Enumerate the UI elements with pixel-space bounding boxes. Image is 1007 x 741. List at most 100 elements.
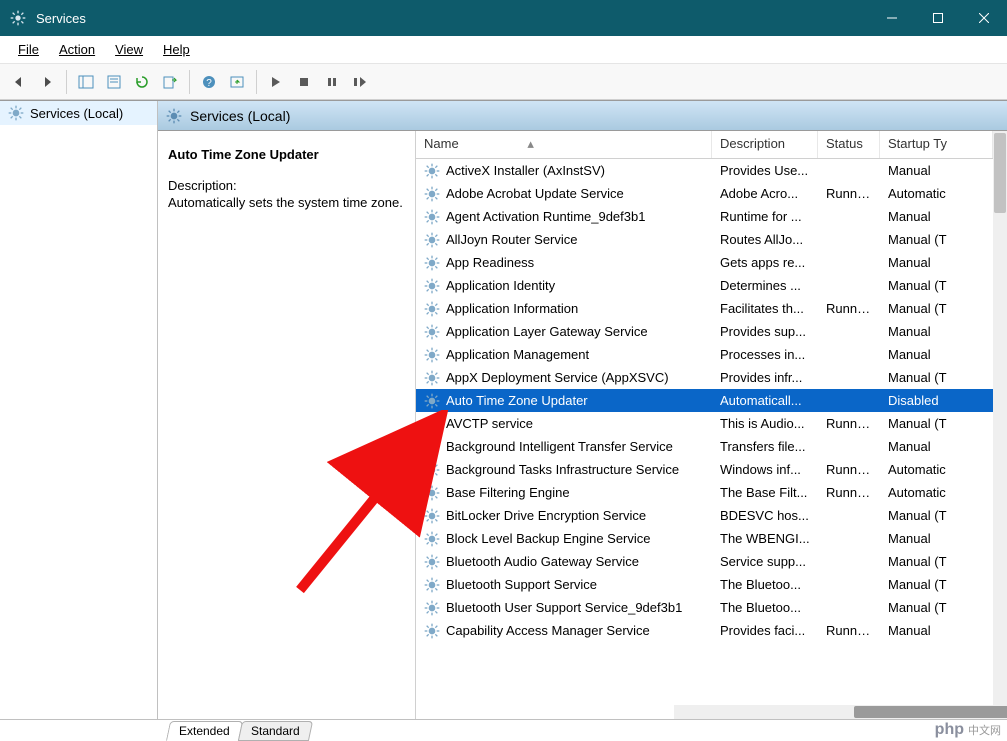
service-row[interactable]: AppX Deployment Service (AppXSVC)Provide…: [416, 366, 993, 389]
forward-button[interactable]: [34, 69, 60, 95]
menu-help[interactable]: Help: [153, 38, 200, 61]
service-row[interactable]: Agent Activation Runtime_9def3b1Runtime …: [416, 205, 993, 228]
minimize-button[interactable]: [869, 0, 915, 36]
cell-startup: Manual: [880, 255, 993, 270]
cell-description: Provides sup...: [712, 324, 818, 339]
service-row[interactable]: Background Tasks Infrastructure ServiceW…: [416, 458, 993, 481]
cell-description: Windows inf...: [712, 462, 818, 477]
refresh-button[interactable]: [129, 69, 155, 95]
cell-name: BitLocker Drive Encryption Service: [416, 508, 712, 524]
cell-startup: Manual: [880, 347, 993, 362]
menu-bar: File Action View Help: [0, 36, 1007, 64]
service-row[interactable]: Bluetooth User Support Service_9def3b1Th…: [416, 596, 993, 619]
help-button[interactable]: ?: [196, 69, 222, 95]
cell-name: Background Tasks Infrastructure Service: [416, 462, 712, 478]
service-name-text: Application Information: [446, 301, 578, 316]
gear-icon: [424, 623, 440, 639]
gear-icon: [424, 324, 440, 340]
gear-icon: [424, 462, 440, 478]
service-name-text: AVCTP service: [446, 416, 533, 431]
start-service-button[interactable]: [263, 69, 289, 95]
gear-icon: [8, 105, 24, 121]
service-list-pane: Name ▴ Description Status Startup Ty Act…: [416, 131, 1007, 719]
gear-icon: [424, 485, 440, 501]
scrollbar-thumb[interactable]: [854, 706, 1007, 718]
service-name-text: Bluetooth Support Service: [446, 577, 597, 592]
service-row[interactable]: AllJoyn Router ServiceRoutes AllJo...Man…: [416, 228, 993, 251]
service-row[interactable]: Application IdentityDetermines ...Manual…: [416, 274, 993, 297]
close-button[interactable]: [961, 0, 1007, 36]
service-rows: ActiveX Installer (AxInstSV)Provides Use…: [416, 159, 993, 642]
tab-standard[interactable]: Standard: [238, 721, 313, 741]
cell-description: Service supp...: [712, 554, 818, 569]
column-startup[interactable]: Startup Ty: [880, 131, 993, 158]
pane-title: Services (Local): [190, 108, 290, 124]
stop-service-button[interactable]: [291, 69, 317, 95]
tab-extended[interactable]: Extended: [166, 721, 243, 741]
service-row[interactable]: Adobe Acrobat Update ServiceAdobe Acro..…: [416, 182, 993, 205]
cell-name: Application Identity: [416, 278, 712, 294]
cell-description: BDESVC hos...: [712, 508, 818, 523]
tabs-row: Extended Standard: [0, 719, 1007, 741]
cell-name: AllJoyn Router Service: [416, 232, 712, 248]
maximize-button[interactable]: [915, 0, 961, 36]
window-title: Services: [36, 11, 869, 26]
service-row[interactable]: BitLocker Drive Encryption ServiceBDESVC…: [416, 504, 993, 527]
list-scroll[interactable]: Name ▴ Description Status Startup Ty Act…: [416, 131, 993, 719]
gear-icon: [424, 255, 440, 271]
show-hide-tree-button[interactable]: [73, 69, 99, 95]
tree-root-label: Services (Local): [30, 106, 123, 121]
service-name-text: Application Identity: [446, 278, 555, 293]
gear-icon: [424, 416, 440, 432]
service-row[interactable]: Block Level Backup Engine ServiceThe WBE…: [416, 527, 993, 550]
selected-service-name: Auto Time Zone Updater: [168, 147, 405, 162]
pause-service-button[interactable]: [319, 69, 345, 95]
horizontal-scrollbar[interactable]: [674, 705, 993, 719]
service-row[interactable]: Bluetooth Support ServiceThe Bluetoo...M…: [416, 573, 993, 596]
service-name-text: Bluetooth Audio Gateway Service: [446, 554, 639, 569]
service-row[interactable]: App ReadinessGets apps re...Manual: [416, 251, 993, 274]
column-name[interactable]: Name ▴: [416, 131, 712, 158]
restart-service-button[interactable]: [347, 69, 373, 95]
export-button[interactable]: [157, 69, 183, 95]
column-status[interactable]: Status: [818, 131, 880, 158]
cell-status: Running: [818, 485, 880, 500]
menu-action[interactable]: Action: [49, 38, 105, 61]
service-row[interactable]: Background Intelligent Transfer ServiceT…: [416, 435, 993, 458]
cell-name: Application Management: [416, 347, 712, 363]
service-name-text: App Readiness: [446, 255, 534, 270]
service-row[interactable]: ActiveX Installer (AxInstSV)Provides Use…: [416, 159, 993, 182]
scrollbar-thumb[interactable]: [994, 133, 1006, 213]
gear-icon: [424, 347, 440, 363]
service-row[interactable]: Application ManagementProcesses in...Man…: [416, 343, 993, 366]
cell-name: ActiveX Installer (AxInstSV): [416, 163, 712, 179]
cell-name: Application Layer Gateway Service: [416, 324, 712, 340]
help-topics-button[interactable]: [224, 69, 250, 95]
pane-header: Services (Local): [158, 101, 1007, 131]
service-row[interactable]: Bluetooth Audio Gateway Service Service s…: [416, 550, 993, 573]
cell-name: Bluetooth Support Service: [416, 577, 712, 593]
cell-description: Routes AllJo...: [712, 232, 818, 247]
menu-view[interactable]: View: [105, 38, 153, 61]
service-row[interactable]: Application Layer Gateway ServiceProvide…: [416, 320, 993, 343]
service-name-text: Application Management: [446, 347, 589, 362]
service-row[interactable]: Base Filtering EngineThe Base Filt...Run…: [416, 481, 993, 504]
service-row[interactable]: Application InformationFacilitates th...…: [416, 297, 993, 320]
cell-startup: Manual (T: [880, 370, 993, 385]
menu-file[interactable]: File: [8, 38, 49, 61]
service-row[interactable]: Capability Access Manager ServiceProvide…: [416, 619, 993, 642]
sort-asc-icon: ▴: [527, 136, 534, 151]
service-name-text: Base Filtering Engine: [446, 485, 570, 500]
cell-description: The WBENGI...: [712, 531, 818, 546]
service-row[interactable]: AVCTP serviceThis is Audio...RunningManu…: [416, 412, 993, 435]
right-pane: Services (Local) Auto Time Zone Updater …: [158, 101, 1007, 719]
properties-button[interactable]: [101, 69, 127, 95]
tree-root-item[interactable]: Services (Local): [0, 101, 157, 125]
vertical-scrollbar[interactable]: [993, 131, 1007, 719]
service-row[interactable]: Auto Time Zone UpdaterAutomaticall...Dis…: [416, 389, 993, 412]
column-description[interactable]: Description: [712, 131, 818, 158]
cell-description: Transfers file...: [712, 439, 818, 454]
list-header: Name ▴ Description Status Startup Ty: [416, 131, 993, 159]
cell-startup: Manual: [880, 163, 993, 178]
back-button[interactable]: [6, 69, 32, 95]
